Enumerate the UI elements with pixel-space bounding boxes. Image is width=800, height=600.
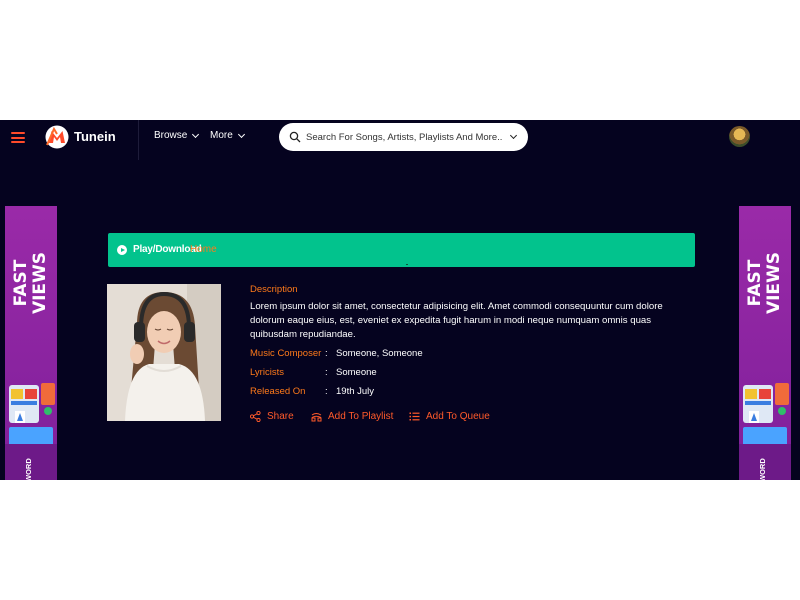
meta-value: 19th July	[336, 386, 375, 397]
play-circle-icon	[117, 245, 127, 255]
chevron-down-icon	[192, 130, 200, 138]
meta-value: Someone, Someone	[336, 348, 423, 359]
album-cover-image	[107, 284, 221, 421]
nav-browse-label: Browse	[154, 130, 188, 141]
app: Tunein Browse More FAST VIEWS	[0, 120, 800, 480]
search-input[interactable]	[306, 129, 506, 145]
ad-footer: WORD	[739, 444, 791, 480]
description-heading: Description	[250, 284, 298, 295]
left-ad-banner[interactable]: FAST VIEWS WORD	[5, 206, 57, 480]
right-ad-banner[interactable]: FAST VIEWS WORD	[739, 206, 791, 480]
share-label: Share	[267, 411, 294, 422]
nav-browse[interactable]: Browse	[154, 130, 200, 141]
ad-title-line1: FAST	[745, 259, 765, 307]
user-avatar[interactable]	[729, 126, 750, 147]
bar-dot	[406, 264, 408, 265]
ad-illustration	[9, 383, 55, 447]
search-icon[interactable]	[289, 131, 301, 143]
meta-separator: :	[325, 367, 328, 378]
meta-label: Released On	[250, 386, 306, 397]
ad-title-line2: VIEWS	[764, 251, 784, 315]
ad-title-line2: VIEWS	[30, 251, 50, 315]
header-divider	[138, 120, 139, 160]
breadcrumb-home-link[interactable]: Home	[190, 244, 217, 255]
add-to-queue-button[interactable]: Add To Queue	[409, 411, 490, 422]
tunein-logo[interactable]	[45, 125, 69, 149]
meta-label: Lyricists	[250, 367, 284, 378]
ad-title: FAST VIEWS	[745, 251, 784, 315]
description-text: Lorem ipsum dolor sit amet, consectetur …	[250, 301, 663, 340]
add-playlist-icon	[311, 413, 322, 422]
add-to-queue-label: Add To Queue	[426, 411, 490, 422]
brand-name[interactable]: Tunein	[74, 129, 116, 144]
breadcrumb-bar: Play/Download Home	[108, 233, 695, 267]
ad-illustration	[743, 383, 789, 447]
ad-footer: WORD	[5, 444, 57, 480]
ad-title: FAST VIEWS	[11, 251, 50, 315]
ad-footer-text: WORD	[758, 458, 767, 480]
meta-separator: :	[325, 386, 328, 397]
meta-label: Music Composer	[250, 348, 322, 359]
share-icon	[250, 411, 261, 422]
top-header: Tunein Browse More	[0, 120, 800, 160]
add-to-playlist-button[interactable]: Add To Playlist	[311, 411, 393, 422]
add-to-playlist-label: Add To Playlist	[328, 411, 394, 422]
queue-icon	[409, 412, 420, 421]
meta-separator: :	[325, 348, 328, 359]
nav-more-label: More	[210, 130, 233, 141]
hamburger-icon[interactable]	[11, 132, 25, 143]
share-button[interactable]: Share	[250, 411, 294, 422]
search-bar	[279, 123, 528, 151]
ad-footer-text: WORD	[24, 458, 33, 480]
meta-value: Someone	[336, 367, 377, 378]
chevron-down-icon	[237, 130, 245, 138]
nav-more[interactable]: More	[210, 130, 245, 141]
search-dropdown-chevron-icon[interactable]	[509, 131, 518, 140]
ad-title-line1: FAST	[11, 259, 31, 307]
